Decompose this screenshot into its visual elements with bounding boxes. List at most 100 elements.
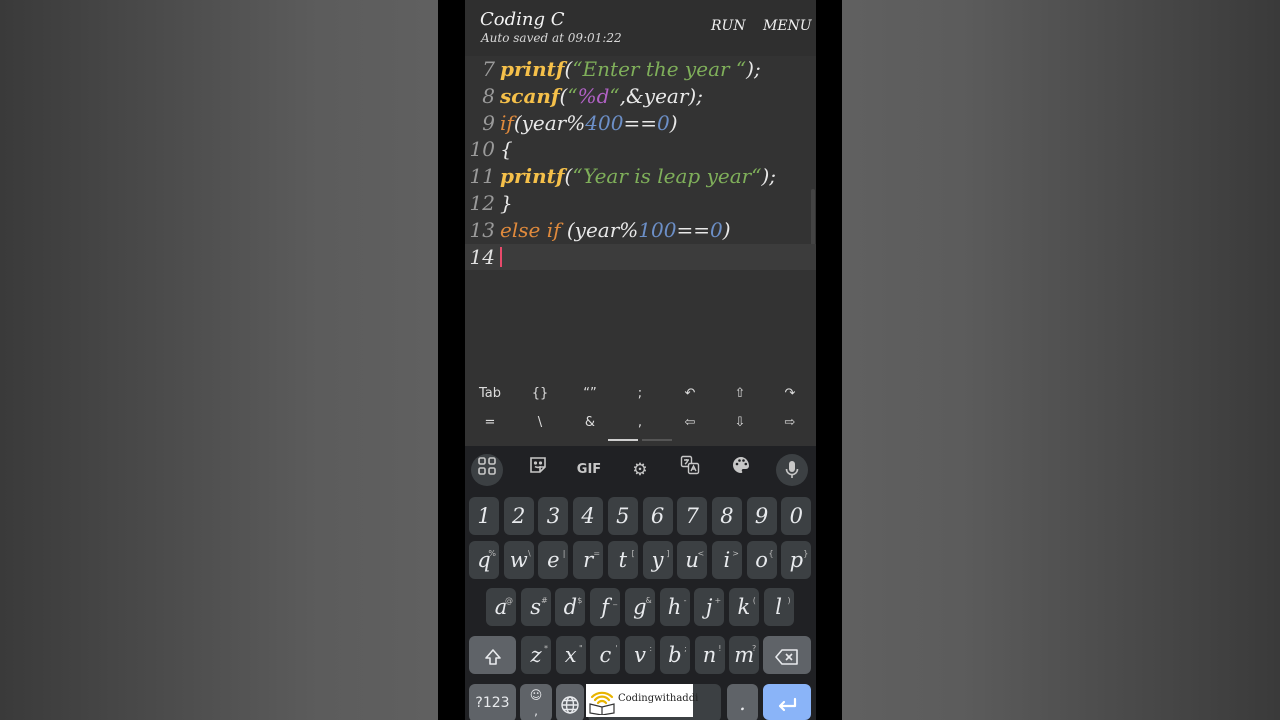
comma-label: , [534, 704, 538, 718]
key-t[interactable]: t[ [607, 541, 638, 579]
code-line[interactable]: 13 else if (year%100==0) [465, 217, 816, 243]
code-token: “ [609, 83, 620, 108]
key-h[interactable]: h- [659, 588, 690, 626]
symbol-key[interactable]: ↶ [670, 386, 710, 401]
code-line[interactable]: 14 [465, 243, 816, 270]
symbol-key[interactable]: ⇦ [670, 415, 710, 430]
app-screen: Coding C Auto saved at 09:01:22 RUN MENU… [465, 0, 816, 720]
run-button[interactable]: RUN [711, 18, 746, 34]
symbol-key[interactable]: Tab [470, 386, 510, 401]
key-9[interactable]: 9 [746, 497, 777, 535]
key-b[interactable]: b; [659, 636, 690, 674]
symbol-key[interactable]: ; [620, 386, 660, 401]
code-token: printf [500, 57, 565, 81]
key-g[interactable]: g & [624, 588, 655, 626]
code-line[interactable]: 7 printf(“Enter the year “); [465, 56, 816, 82]
key-m[interactable]: m? [729, 636, 760, 674]
key-k[interactable]: k( [728, 588, 759, 626]
menu-button[interactable]: MENU [763, 18, 812, 34]
line-number: 11 [469, 164, 495, 189]
key-z[interactable]: z * [521, 636, 551, 674]
code-editor[interactable]: 7 printf(“Enter the year “); 8 scanf(“%d“,&… [465, 56, 816, 380]
key-label: 8 [720, 504, 734, 528]
symbol-key[interactable]: = [470, 415, 510, 430]
key-label: n [702, 643, 717, 667]
key-p[interactable]: p} [781, 541, 812, 579]
key-c[interactable]: c ' [590, 636, 621, 674]
key-f[interactable]: f _ [590, 588, 621, 626]
code-token: %d [577, 83, 610, 108]
gear-icon[interactable]: ⚙ [624, 454, 656, 486]
key-r[interactable]: r = [573, 541, 604, 579]
key-e[interactable]: e | [538, 541, 569, 579]
code-line[interactable]: 11 printf(“Year is leap year“); [465, 163, 816, 189]
key-y[interactable]: y] [642, 541, 673, 579]
key-l[interactable]: l) [763, 588, 794, 626]
symbol-key[interactable]: & [570, 415, 610, 430]
emoji-icon: ☺ [529, 688, 543, 702]
gif-button[interactable]: GIF [573, 454, 605, 486]
code-token: ,&year); [619, 83, 703, 108]
palette-icon[interactable] [725, 454, 757, 486]
key-hint: : [649, 644, 653, 653]
code-token: 0 [710, 217, 723, 242]
code-token: scanf [500, 83, 560, 108]
key-u[interactable]: u < [677, 541, 708, 579]
key-a[interactable]: a @ [486, 588, 516, 626]
symbols-key[interactable]: ?123 [469, 684, 516, 720]
grid-icon[interactable] [471, 454, 503, 486]
key-label: 6 [650, 504, 665, 528]
code-line[interactable]: 12} [465, 190, 816, 216]
key-i[interactable]: i > [711, 541, 742, 579]
translate-icon[interactable] [674, 454, 706, 486]
key-4[interactable]: 4 [573, 497, 604, 535]
key-2[interactable]: 2 [503, 497, 534, 535]
key-5[interactable]: 5 [607, 497, 638, 535]
symbol-key[interactable]: “” [570, 386, 610, 401]
key-o[interactable]: o{ [746, 541, 777, 579]
globe-icon[interactable] [556, 684, 584, 720]
symbol-key[interactable]: ⇧ [720, 386, 760, 401]
key-6[interactable]: 6 [642, 497, 673, 535]
key-hint: ( [752, 596, 756, 605]
code-line[interactable]: 10{ [465, 136, 816, 162]
key-1[interactable]: 1 [469, 497, 499, 535]
code-text: } [500, 190, 513, 216]
key-3[interactable]: 3 [538, 497, 569, 535]
symbol-key[interactable]: , [620, 415, 660, 430]
key-w[interactable]: w \ [503, 541, 534, 579]
period-key[interactable]: . [727, 684, 758, 720]
key-8[interactable]: 8 [711, 497, 742, 535]
watermark-text: Codingwithaddi [618, 693, 699, 704]
key-label: k [737, 595, 751, 619]
code-line[interactable]: 9 if(year%400==0) [465, 110, 816, 136]
key-7[interactable]: 7 [677, 497, 708, 535]
code-line[interactable]: 8 scanf(“%d“,&year); [465, 83, 816, 109]
key-s[interactable]: s # [520, 588, 551, 626]
sticker-icon[interactable] [522, 454, 554, 486]
backspace-key[interactable] [763, 636, 811, 674]
key-j[interactable]: j + [694, 588, 725, 626]
code-token: “Enter the year “ [572, 57, 747, 81]
key-hint: @ [505, 596, 513, 605]
emoji-comma-key[interactable]: ☺ , [520, 684, 552, 720]
key-q[interactable]: q% [469, 541, 499, 579]
enter-key[interactable] [763, 684, 811, 720]
key-label: j [705, 595, 713, 619]
code-token: “Year is leap year“ [572, 164, 762, 189]
key-x[interactable]: x " [555, 636, 586, 674]
symbol-key[interactable]: ⇩ [720, 415, 760, 430]
symbol-key[interactable]: ⇨ [770, 415, 810, 430]
key-n[interactable]: n! [694, 636, 725, 674]
key-d[interactable]: d $ [555, 588, 586, 626]
shift-key[interactable] [469, 636, 516, 674]
key-0[interactable]: 0 [781, 497, 812, 535]
symbol-key[interactable]: {} [520, 386, 560, 401]
key-v[interactable]: v: [625, 636, 656, 674]
symbol-key[interactable]: ↷ [770, 386, 810, 401]
key-label: z [530, 643, 542, 667]
app-bar: Coding C Auto saved at 09:01:22 RUN MENU [465, 0, 816, 56]
microphone-icon[interactable] [776, 454, 808, 486]
symbol-key[interactable]: \ [520, 415, 560, 430]
line-number: 14 [469, 244, 495, 269]
